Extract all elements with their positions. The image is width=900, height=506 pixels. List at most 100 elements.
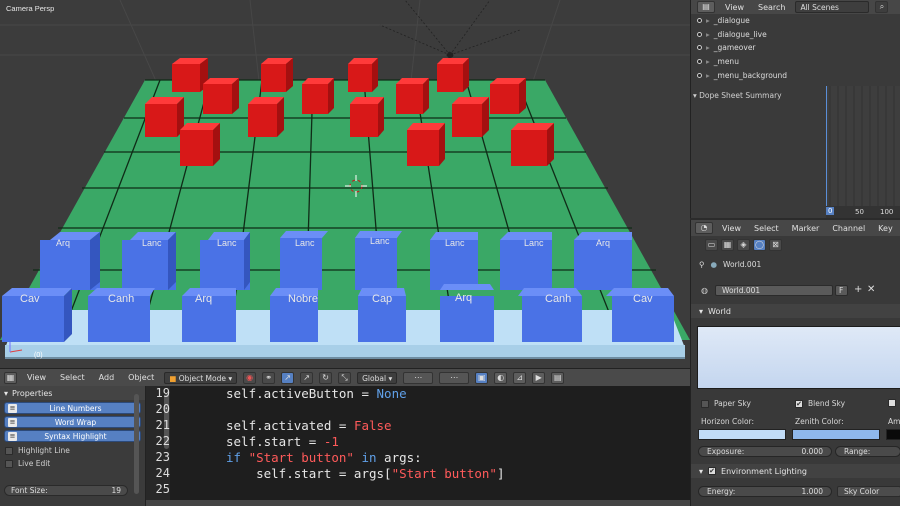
properties-tabs: ▭ ▦ ◈ ◯ ⊠ <box>691 236 900 254</box>
properties-scrollbar[interactable] <box>134 394 139 494</box>
scene-tab-icon[interactable]: ◈ <box>737 239 750 251</box>
highlight-line-checkbox[interactable]: Highlight Line <box>0 444 145 457</box>
line-numbers-icon: ≡ <box>8 403 17 413</box>
menu-key[interactable]: Key <box>874 224 897 233</box>
menu-channel[interactable]: Channel <box>828 224 869 233</box>
line-number: 25 <box>155 482 170 496</box>
current-frame[interactable]: 0 <box>826 207 835 215</box>
menu-select[interactable]: Select <box>56 373 89 382</box>
code-token: self.start = args[ <box>226 466 392 481</box>
menu-view[interactable]: View <box>718 224 745 233</box>
outliner-item[interactable]: ▸ _dialogue <box>691 14 900 28</box>
piece-label: Lanc <box>445 238 465 248</box>
code-line[interactable]: self.start = -1 <box>226 434 339 449</box>
piece-label: Arq <box>56 238 71 248</box>
proportional-edit-icon[interactable]: ◐ <box>494 371 508 384</box>
editor-type-icon[interactable]: ▤ <box>697 1 715 13</box>
piece-label: Cav <box>633 293 653 305</box>
blend-sky-checkbox[interactable]: ✔ Blend Sky <box>795 399 845 408</box>
outliner-item[interactable]: ▸ _dialogue_live <box>691 28 900 42</box>
piece-label: Lanc <box>370 236 390 246</box>
editor-type-icon[interactable]: ◔ <box>695 222 713 234</box>
live-edit-checkbox[interactable]: Live Edit <box>0 457 145 470</box>
range-slider[interactable]: Range: <box>835 446 900 457</box>
dope-sheet[interactable]: ▾ Dope Sheet Summary 0 50 100 <box>690 86 900 218</box>
font-size-field[interactable]: Font Size: 19 <box>4 485 128 496</box>
rotate-icon[interactable]: ↻ <box>319 371 333 384</box>
pin-icon[interactable]: ⚲ <box>699 260 705 269</box>
energy-slider[interactable]: Energy: 1.000 <box>698 486 832 497</box>
word-wrap-icon: ≡ <box>8 417 17 427</box>
world-panel-header[interactable]: ▾ World <box>691 304 900 318</box>
dope-grid[interactable] <box>825 86 900 206</box>
check-icon: ✔ <box>795 399 803 408</box>
menu-add[interactable]: Add <box>95 373 119 382</box>
layers-icon-2[interactable]: ⋯ <box>439 371 470 384</box>
camera-icon[interactable]: ▤ <box>551 371 565 384</box>
env-lighting-panel-header[interactable]: ▾ ✔ Environment Lighting <box>691 464 900 478</box>
orientation-select[interactable]: Global ▾ <box>357 371 398 384</box>
menu-marker[interactable]: Marker <box>788 224 824 233</box>
add-icon[interactable]: + <box>854 284 862 295</box>
world-tab-icon[interactable]: ◯ <box>753 239 766 251</box>
code-line[interactable]: if "Start button" in args: <box>226 450 422 465</box>
3d-viewport[interactable]: Arq Lanc Lanc Lanc Lanc Lanc Lanc Arq Ca… <box>0 0 690 368</box>
enemy-cube <box>407 123 445 166</box>
word-wrap-toggle[interactable]: ≡ Word Wrap <box>4 416 141 428</box>
text-editor[interactable]: 19 self.activeButton = None 20 21 self.activ… <box>146 386 690 506</box>
menu-select[interactable]: Select <box>750 224 783 233</box>
code-token: self.activated = <box>226 418 354 433</box>
shading-icon[interactable]: ◉ <box>243 371 257 384</box>
menu-view[interactable]: View <box>23 373 50 382</box>
env-color-select[interactable]: Sky Color <box>837 486 900 497</box>
real-sky-checkbox[interactable] <box>888 399 896 409</box>
piece-label: Lanc <box>295 238 315 248</box>
pivot-icon[interactable]: ⚭ <box>262 371 276 384</box>
code-line[interactable]: self.start = args["Start button"] <box>226 466 504 481</box>
snap-icon[interactable]: ⊿ <box>513 371 527 384</box>
zenith-color-swatch[interactable] <box>792 429 880 440</box>
world-browse-icon[interactable]: ◍ <box>701 286 708 295</box>
syntax-highlight-toggle[interactable]: ≡ Syntax Highlight <box>4 430 141 442</box>
manipulator-icon[interactable]: ↗ <box>281 371 295 384</box>
check-icon[interactable]: ✔ <box>708 467 717 475</box>
scene-icon <box>697 45 702 51</box>
line-number: 19 <box>155 386 170 400</box>
properties-header[interactable]: ▾ Properties <box>0 386 145 400</box>
outliner-item[interactable]: ▸ _menu_background <box>691 68 900 82</box>
object-tab-icon[interactable]: ⊠ <box>769 239 782 251</box>
render-icon[interactable]: ▶ <box>532 371 546 384</box>
layers-tab-icon[interactable]: ▦ <box>721 239 734 251</box>
line-number: 23 <box>155 450 170 464</box>
dope-summary[interactable]: ▾ Dope Sheet Summary <box>693 91 782 100</box>
translate-icon[interactable]: ↗ <box>300 371 314 384</box>
dope-frame-ruler[interactable]: 0 50 100 <box>826 206 900 218</box>
close-icon[interactable]: ✕ <box>867 284 875 295</box>
render-tab-icon[interactable]: ▭ <box>705 239 718 251</box>
display-mode-select[interactable]: All Scenes <box>795 1 870 13</box>
layers-icon[interactable]: ⋯ <box>403 371 434 384</box>
code-line[interactable]: self.activeButton = None <box>226 386 407 401</box>
exposure-slider[interactable]: Exposure: 0.000 <box>698 446 832 457</box>
ambient-color-swatch[interactable] <box>886 429 900 440</box>
paper-sky-checkbox[interactable]: Paper Sky <box>701 399 751 408</box>
menu-search[interactable]: Search <box>754 3 789 12</box>
editor-type-icon[interactable]: ▦ <box>4 371 17 384</box>
viewport-grid <box>0 0 690 91</box>
search-icon[interactable]: ⌕ <box>875 1 889 13</box>
code-line[interactable]: self.activated = False <box>226 418 392 433</box>
lock-layers-icon[interactable]: ▣ <box>475 371 489 384</box>
menu-object[interactable]: Object <box>124 373 158 382</box>
menu-view[interactable]: View <box>721 3 748 12</box>
world-datablock-field[interactable]: World.001 <box>715 285 833 296</box>
horizon-color-swatch[interactable] <box>698 429 786 440</box>
fake-user-button[interactable]: F <box>835 285 848 296</box>
piece-label: Lanc <box>217 238 237 248</box>
scale-icon[interactable]: ⤡ <box>338 371 352 384</box>
mode-select[interactable]: ■ Object Mode ▾ <box>164 371 238 384</box>
frame-tick: 50 <box>855 208 864 216</box>
enemy-cube <box>145 97 184 137</box>
line-numbers-toggle[interactable]: ≡ Line Numbers <box>4 402 141 414</box>
outliner-item[interactable]: ▸ _menu <box>691 55 900 69</box>
outliner-item[interactable]: ▸ _gameover <box>691 41 900 55</box>
